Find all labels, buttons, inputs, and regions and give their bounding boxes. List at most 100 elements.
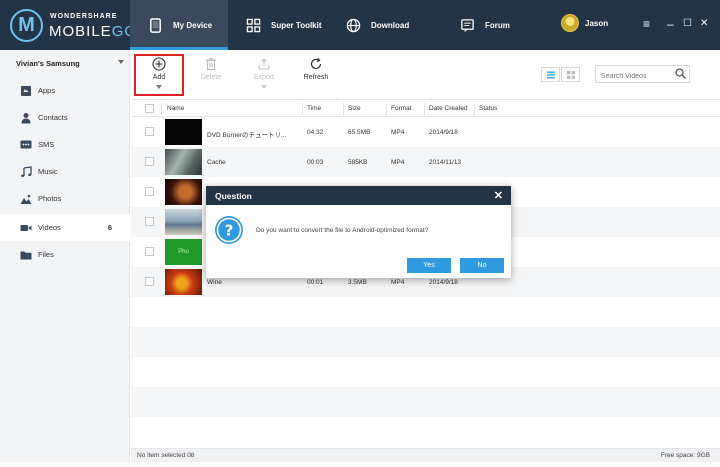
item-count: 6 [107,223,112,232]
export-button[interactable]: Export [240,54,288,96]
sidebar-item-photos[interactable]: Photos [0,185,130,212]
tab-download[interactable]: Download [328,0,438,50]
file-date: 2014/11/13 [429,159,462,166]
file-format: MP4 [391,159,405,166]
close-button[interactable]: ✕ [700,18,708,30]
column-size[interactable]: Size [348,105,361,112]
question-dialog: Question ✕ ? Do you want to convert the … [206,186,511,278]
table-row[interactable]: DVD Burnerのチュートリ... 04:32 65.5MB MP4 201… [131,117,720,147]
file-name: DVD Burnerのチュートリ... [207,132,287,139]
video-thumbnail: Pho [165,239,202,265]
yes-button[interactable]: Yes [407,258,451,273]
table-row[interactable]: Cache 00:03 585KB MP4 2014/11/13 [131,147,720,177]
add-label: Add [152,74,166,81]
sidebar-item-label: Videos [38,223,61,232]
logo-mark: M [10,9,43,42]
file-size: 3.5MB [348,279,367,286]
file-name: Wine [207,279,222,286]
video-icon [20,224,32,231]
sidebar-item-label: Contacts [38,113,68,122]
export-icon [258,58,270,70]
person-icon [21,112,31,123]
column-status[interactable]: Status [479,105,497,112]
globe-icon [346,18,361,32]
close-icon[interactable]: ✕ [494,189,503,202]
dialog-message: Do you want to convert the file to Andro… [256,227,429,234]
sidebar-item-label: SMS [38,140,55,149]
minimize-button[interactable]: – [667,18,674,30]
file-size: 65.5MB [348,129,371,136]
photo-icon [20,194,32,204]
file-time: 00:03 [307,159,324,166]
row-checkbox[interactable] [145,277,154,286]
video-thumbnail [165,119,202,145]
folder-icon [20,251,32,259]
logo-product: MOBILEGO [49,23,138,40]
column-format[interactable]: Format [391,105,412,112]
sidebar-item-files[interactable]: Files [0,241,130,268]
export-label: Export [253,74,275,81]
sidebar-item-label: Photos [38,194,62,203]
chevron-down-icon [261,85,267,89]
free-space: Free space: 9GB [660,452,710,459]
column-separator [161,103,162,115]
search-icon[interactable] [675,68,686,79]
chat-icon [461,18,474,32]
column-separator [386,103,387,115]
column-date-created[interactable]: Date Created [429,105,468,112]
sidebar-item-contacts[interactable]: Contacts [0,104,130,131]
video-thumbnail [165,269,202,295]
add-button[interactable]: Add [135,54,183,96]
logo-brand: WONDERSHARE [50,13,118,20]
status-bar: No item selected 08 Free space: 9GB [131,448,720,462]
sidebar-item-videos[interactable]: Videos 6 [0,214,130,241]
menu-icon[interactable]: ≡ [643,18,650,30]
file-date: 2014/9/18 [429,129,458,136]
dialog-header: Question ✕ [206,186,511,205]
list-view-button[interactable] [541,67,560,82]
file-format: MP4 [391,129,405,136]
empty-row [131,327,720,357]
row-checkbox[interactable] [145,247,154,256]
sidebar-item-music[interactable]: Music [0,158,130,185]
delete-button[interactable]: Delete [187,54,235,96]
chevron-down-icon [118,60,124,64]
sidebar-item-label: Files [38,250,54,259]
grid-icon [566,70,575,79]
tab-super-toolkit[interactable]: Super Toolkit [228,0,328,50]
sms-icon [20,140,32,148]
tab-label: My Device [173,20,213,30]
sidebar-item-sms[interactable]: SMS [0,131,130,158]
column-separator [302,103,303,115]
column-name[interactable]: Name [167,105,184,112]
column-time[interactable]: Time [307,105,321,112]
tab-label: Super Toolkit [271,20,322,30]
no-button[interactable]: No [460,258,504,273]
trash-icon [206,57,216,71]
device-selector[interactable]: Vivian's Samsung [0,50,130,78]
device-name: Vivian's Samsung [16,59,80,68]
file-time: 04:32 [307,129,324,136]
tab-my-device[interactable]: My Device [130,0,228,50]
grid-view-button[interactable] [561,67,580,82]
tab-label: Forum [485,20,510,30]
title-bar: M WONDERSHARE MOBILEGO My Device Super T… [0,0,720,50]
refresh-button[interactable]: Refresh [292,54,340,96]
row-checkbox[interactable] [145,217,154,226]
phone-icon [150,17,161,33]
empty-row [131,417,720,448]
toolbar: Add Delete Export Refresh [131,50,720,96]
row-checkbox[interactable] [145,187,154,196]
tab-forum[interactable]: Forum [442,0,542,50]
select-all-checkbox[interactable] [145,104,154,113]
row-checkbox[interactable] [145,157,154,166]
delete-label: Delete [200,74,222,81]
plus-circle-icon [152,57,166,71]
question-icon: ? [215,216,243,244]
file-size: 585KB [348,159,368,166]
maximize-button[interactable]: ☐ [683,18,692,30]
user-account[interactable]: Jason [561,14,608,32]
row-checkbox[interactable] [145,127,154,136]
sidebar-item-apps[interactable]: Apps [0,77,130,104]
music-icon [21,165,32,177]
